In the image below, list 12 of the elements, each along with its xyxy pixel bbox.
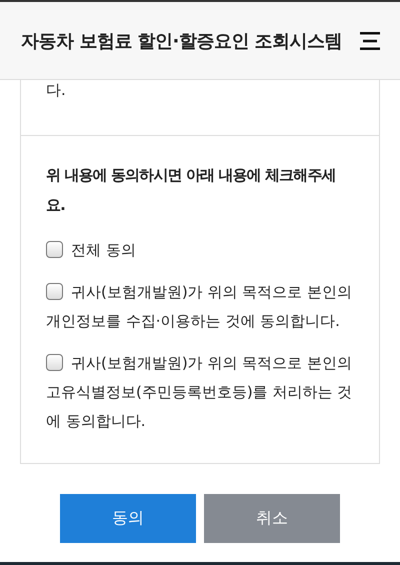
consent-checkbox[interactable]: 귀사(보험개발원)가 위의 목적으로 본인의 개인정보를 수집·이용하는 것에 동의합니다. (46, 278, 354, 336)
page-title: 자동차 보험료 할인·할증요인 조회시스템 (21, 30, 342, 52)
consent-checkbox[interactable]: 전체 동의 (46, 236, 354, 265)
checkbox-icon[interactable] (46, 283, 63, 300)
agree-button[interactable]: 동의 (60, 494, 196, 543)
checkbox-icon[interactable] (46, 354, 63, 371)
menu-icon (360, 30, 380, 50)
consent-checkbox[interactable]: 귀사(보험개발원)가 위의 목적으로 본인의 고유식별정보(주민등록번호등)를 처리하는 것에 동의합니다. (46, 349, 354, 436)
terms-text: 다. (46, 81, 66, 99)
checkbox-icon[interactable] (46, 241, 63, 258)
menu-button[interactable] (360, 30, 380, 50)
consent-heading: 위 내용에 동의하시면 아래 내용에 체크해주세요. (46, 165, 337, 216)
